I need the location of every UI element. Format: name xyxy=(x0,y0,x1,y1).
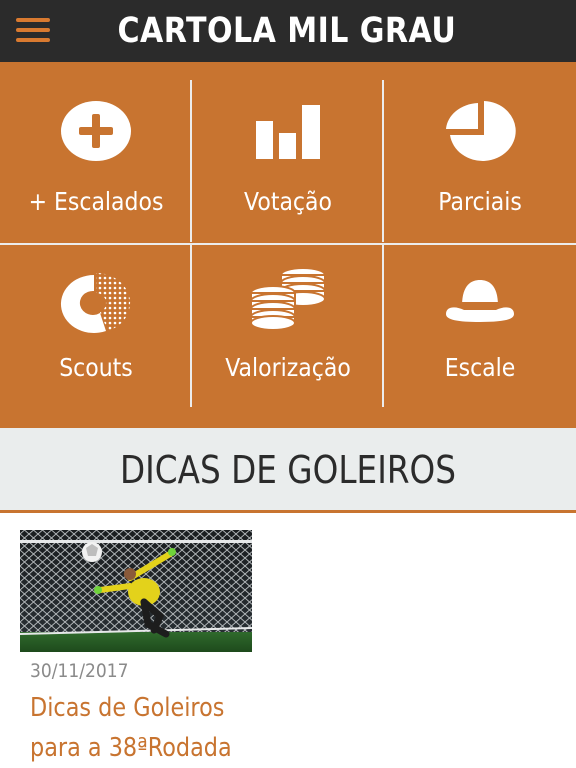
top-bar: CARTOLA MIL GRAU xyxy=(0,0,576,62)
menu-item-label: Scouts xyxy=(59,353,133,382)
app-title: CARTOLA MIL GRAU xyxy=(117,11,457,51)
menu-item-valorizacao[interactable]: Valorização xyxy=(192,246,384,428)
bar-chart-icon xyxy=(256,105,320,159)
section-divider xyxy=(0,510,576,513)
grid-divider xyxy=(382,245,384,407)
donut-chart-icon xyxy=(60,272,131,333)
pie-chart-icon xyxy=(446,101,516,161)
menu-item-escale[interactable]: Escale xyxy=(384,246,576,428)
article-title-line: Dicas de Goleiros xyxy=(30,693,225,723)
article-title-line: para a 38ªRodada xyxy=(30,733,232,763)
menu-grid: + Escalados Votação Parciais Scouts Valo… xyxy=(0,62,576,428)
menu-item-scouts[interactable]: Scouts xyxy=(0,246,192,428)
menu-item-label: + Escalados xyxy=(28,187,164,216)
menu-item-votacao[interactable]: Votação xyxy=(192,62,384,244)
section-header: DICAS DE GOLEIROS xyxy=(0,428,576,510)
grid-divider xyxy=(190,80,192,242)
section-title: DICAS DE GOLEIROS xyxy=(119,448,457,492)
coin-stacks-icon xyxy=(250,267,326,331)
menu-item-label: Votação xyxy=(244,187,332,216)
article-date: 30/11/2017 xyxy=(30,660,129,682)
menu-item-label: Escale xyxy=(444,353,516,382)
hat-icon xyxy=(446,280,514,322)
article-title[interactable]: Dicas de Goleiros para a 38ªRodada xyxy=(30,688,305,768)
article-card[interactable]: 30/11/2017 Dicas de Goleiros para a 38ªR… xyxy=(20,530,252,768)
menu-item-label: Parciais xyxy=(438,187,522,216)
grid-divider xyxy=(382,80,384,242)
grid-divider xyxy=(190,245,192,407)
plus-circle-icon xyxy=(61,101,131,161)
article-thumbnail[interactable] xyxy=(20,530,252,652)
goalkeeper-diving-photo xyxy=(20,530,252,652)
menu-item-parciais[interactable]: Parciais xyxy=(384,62,576,244)
grid-divider xyxy=(0,243,576,245)
menu-item-escalados[interactable]: + Escalados xyxy=(0,62,192,244)
menu-item-label: Valorização xyxy=(225,353,351,382)
